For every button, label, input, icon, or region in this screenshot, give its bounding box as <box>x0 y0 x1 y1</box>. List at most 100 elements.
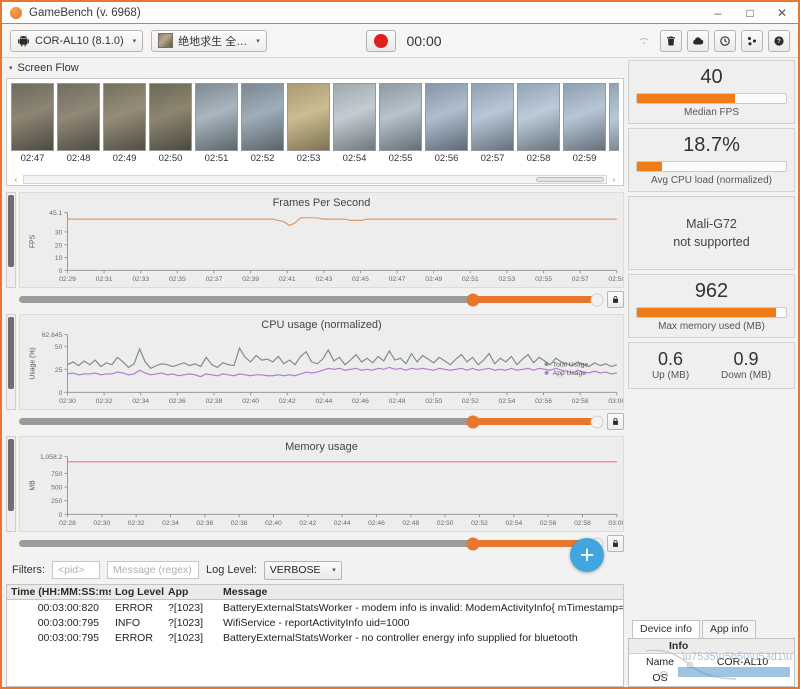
frame-thumbnail[interactable] <box>379 83 422 151</box>
log-time: 00:03:00:795 <box>37 631 99 644</box>
wifi-icon[interactable] <box>633 30 655 52</box>
device-selector[interactable]: COR-AL10 (8.1.0) ▾ <box>10 29 144 52</box>
frame-thumbnail[interactable] <box>333 83 376 151</box>
screen-flow-frame[interactable]: 03:00 <box>609 83 619 173</box>
frame-thumbnail[interactable] <box>563 83 606 151</box>
frame-thumbnail[interactable] <box>103 83 146 151</box>
chart-plot-area[interactable]: Memory usage 0 250 500 750 1,058.2 02:28 02:30 0… <box>19 436 624 532</box>
add-marker-button[interactable]: + <box>570 538 604 572</box>
log-level-select[interactable]: VERBOSE ▾ <box>263 560 342 580</box>
range-handle-end[interactable] <box>590 293 604 306</box>
screen-flow-frame[interactable]: 02:53 <box>287 83 330 173</box>
chart-vertical-scrollbar[interactable] <box>6 314 16 410</box>
screen-flow-frame[interactable]: 02:57 <box>471 83 514 173</box>
maximize-button[interactable]: □ <box>734 2 766 23</box>
tab-app-info[interactable]: App info <box>701 620 757 638</box>
frame-thumbnail[interactable] <box>471 83 514 151</box>
svg-text:02:42: 02:42 <box>279 398 296 405</box>
cloud-upload-icon[interactable] <box>687 29 709 52</box>
log-column-header[interactable]: App <box>164 586 219 598</box>
chart-vertical-scrollbar[interactable] <box>6 192 16 288</box>
gpu-status: not supported <box>673 235 750 250</box>
lock-icon[interactable] <box>607 413 624 430</box>
scroll-thumb[interactable] <box>8 439 14 511</box>
scroll-track[interactable] <box>23 175 607 184</box>
scroll-thumb[interactable] <box>536 177 604 182</box>
upload-metric: 0.6 Up (MB) <box>652 349 689 381</box>
screen-flow-frame[interactable]: 02:50 <box>149 83 192 173</box>
chart-range-slider[interactable] <box>19 293 604 306</box>
frame-thumbnail[interactable] <box>195 83 238 151</box>
gpu-metric-card: Mali-G72 not supported <box>628 196 795 271</box>
svg-text:03:00: 03:00 <box>608 520 623 527</box>
screen-flow-frame[interactable]: 02:48 <box>57 83 100 173</box>
chart-plot-area[interactable]: CPU usage (normalized) 0 25 50 62.645 02:30 02… <box>19 314 624 410</box>
frame-timestamp: 02:54 <box>342 153 367 164</box>
frame-thumbnail[interactable] <box>287 83 330 151</box>
close-button[interactable]: ✕ <box>766 2 798 23</box>
metric-value: 962 <box>694 280 729 303</box>
download-metric: 0.9 Down (MB) <box>721 349 771 381</box>
range-handle-end[interactable] <box>590 415 604 428</box>
frame-thumbnail[interactable] <box>517 83 560 151</box>
screen-flow-scrollbar[interactable]: ‹ › <box>11 174 619 185</box>
log-row[interactable]: 00:03:00:795 INFO ?[1023] WifiService - rep… <box>7 615 623 630</box>
history-icon[interactable] <box>714 29 736 52</box>
range-handle-start[interactable] <box>466 293 480 306</box>
screen-flow-frame[interactable]: 02:51 <box>195 83 238 173</box>
screen-flow-frame[interactable]: 02:52 <box>241 83 284 173</box>
svg-text:0: 0 <box>59 268 63 275</box>
screen-flow-frame[interactable]: 02:49 <box>103 83 146 173</box>
scroll-left-icon[interactable]: ‹ <box>11 175 21 184</box>
lock-icon[interactable] <box>607 535 624 552</box>
log-row[interactable]: 00:03:00:795 ERROR ?[1023] BatteryExternalS… <box>7 630 623 645</box>
frame-thumbnail[interactable] <box>11 83 54 151</box>
frame-thumbnail[interactable] <box>241 83 284 151</box>
trash-icon[interactable] <box>660 29 682 52</box>
screen-flow-frame[interactable]: 02:54 <box>333 83 376 173</box>
frame-thumbnail[interactable] <box>57 83 100 151</box>
frame-thumbnail[interactable] <box>149 83 192 151</box>
log-message: BatteryExternalStatsWorker - modem info … <box>223 601 623 614</box>
minimize-button[interactable]: – <box>702 2 734 23</box>
chart-range-slider[interactable] <box>19 415 604 428</box>
pid-filter-input[interactable]: <pid> <box>52 561 100 579</box>
scroll-right-icon[interactable]: › <box>609 175 619 184</box>
lock-icon[interactable] <box>607 291 624 308</box>
screen-flow-frame[interactable]: 02:59 <box>563 83 606 173</box>
chart-vertical-scrollbar[interactable] <box>6 436 16 532</box>
message-filter-input[interactable]: Message (regex) <box>107 561 199 579</box>
log-column-header[interactable]: Time (HH:MM:SS:ms) <box>7 586 111 598</box>
svg-text:02:54: 02:54 <box>505 520 522 527</box>
chart-plot-area[interactable]: Frames Per Second 0 10 20 30 45.1 02:29 02:31 02… <box>19 192 624 288</box>
svg-text:30: 30 <box>55 230 63 237</box>
svg-text:250: 250 <box>51 498 63 505</box>
frame-timestamp: 02:50 <box>158 153 183 164</box>
log-column-header[interactable]: Message <box>219 586 623 598</box>
range-handle-start[interactable] <box>466 415 480 428</box>
screen-flow-frame[interactable]: 02:56 <box>425 83 468 173</box>
download-value: 0.9 <box>733 349 759 370</box>
range-handle-start[interactable] <box>466 537 480 550</box>
svg-text:02:49: 02:49 <box>425 276 442 283</box>
frame-thumbnail[interactable] <box>609 83 619 151</box>
app-selector[interactable]: 绝地求生 全… ▾ <box>151 29 267 52</box>
chart-row: Memory usage 0 250 500 750 1,058.2 02:28 02:30 0… <box>6 436 624 532</box>
settings-icon[interactable] <box>741 29 763 52</box>
svg-text:25: 25 <box>55 367 63 374</box>
record-button[interactable] <box>366 29 397 52</box>
frame-thumbnail[interactable] <box>425 83 468 151</box>
help-icon[interactable]: ? <box>768 29 790 52</box>
log-column-header[interactable]: Log Level <box>111 586 164 598</box>
screen-flow-header[interactable]: ▾ Screen Flow <box>6 60 624 76</box>
log-row[interactable]: 00:03:00:820 ERROR ?[1023] BatteryExternalS… <box>7 600 623 615</box>
screen-flow-frame[interactable]: 02:47 <box>11 83 54 173</box>
scroll-thumb[interactable] <box>8 195 14 267</box>
screen-flow-frame[interactable]: 02:55 <box>379 83 422 173</box>
svg-text:02:50: 02:50 <box>437 520 454 527</box>
chart-range-slider[interactable] <box>19 537 604 550</box>
scroll-thumb[interactable] <box>8 317 14 389</box>
tab-device-info[interactable]: Device info <box>632 620 700 638</box>
svg-text:02:55: 02:55 <box>535 276 552 283</box>
screen-flow-frame[interactable]: 02:58 <box>517 83 560 173</box>
